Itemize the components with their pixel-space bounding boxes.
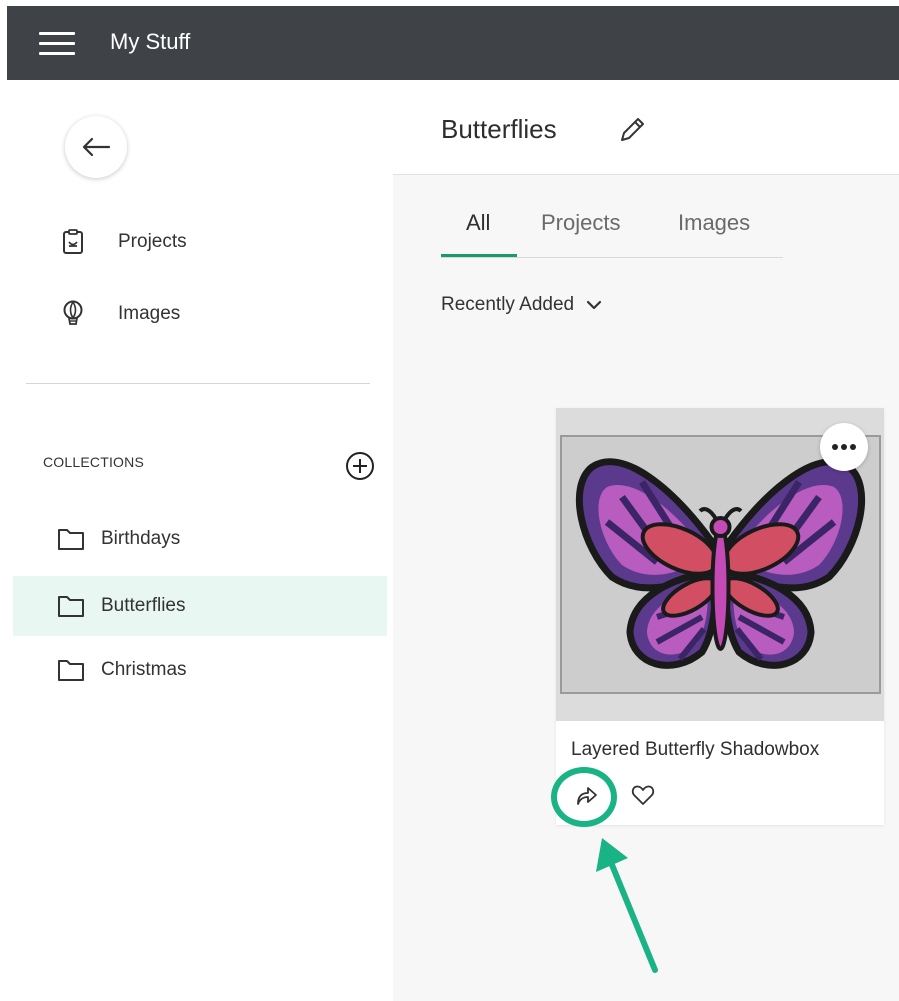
collection-label: Butterflies: [101, 595, 186, 616]
top-bar: My Stuff: [7, 6, 899, 80]
pencil-icon[interactable]: [616, 114, 648, 146]
more-options-button[interactable]: [820, 423, 868, 471]
sidebar: Projects Images COLLECTIONS Birthdays Bu…: [7, 80, 393, 1001]
collection-header: Butterflies: [393, 80, 899, 175]
collection-item-butterflies[interactable]: Butterflies: [13, 576, 387, 636]
heart-icon: [631, 785, 655, 805]
annotation-arrow-icon: [596, 838, 658, 973]
collection-item-christmas[interactable]: Christmas: [13, 640, 387, 700]
add-collection-button[interactable]: [344, 450, 376, 482]
app-title: My Stuff: [110, 29, 191, 54]
card-thumbnail[interactable]: [556, 408, 884, 721]
sort-dropdown[interactable]: Recently Added: [441, 294, 602, 316]
tab-images[interactable]: Images: [678, 210, 750, 236]
collection-title: Butterflies: [441, 114, 557, 144]
images-icon: [59, 300, 87, 328]
folder-icon: [58, 596, 84, 617]
collection-item-birthdays[interactable]: Birthdays: [13, 509, 387, 569]
content-tabs: All Projects Images: [441, 205, 783, 258]
collection-label: Birthdays: [101, 528, 181, 549]
tab-projects[interactable]: Projects: [541, 210, 620, 236]
favorite-button[interactable]: [628, 780, 658, 810]
sidebar-item-label: Images: [118, 303, 181, 324]
sort-label: Recently Added: [441, 294, 575, 315]
project-card[interactable]: Layered Butterfly Shadowbox: [556, 408, 884, 825]
card-title: Layered Butterfly Shadowbox: [571, 739, 820, 760]
ellipsis-icon: [832, 444, 856, 450]
collection-label: Christmas: [101, 659, 187, 680]
sidebar-divider: [26, 383, 370, 384]
hamburger-menu-icon[interactable]: [39, 32, 75, 56]
folder-icon: [58, 660, 84, 681]
chevron-down-icon: [586, 300, 602, 310]
active-tab-indicator: [441, 254, 517, 257]
tab-all[interactable]: All: [466, 210, 490, 236]
projects-icon: [59, 228, 87, 256]
collections-header: COLLECTIONS: [43, 454, 144, 470]
back-button[interactable]: [65, 116, 127, 178]
arrow-left-icon: [82, 137, 111, 157]
share-button[interactable]: [564, 773, 608, 817]
sidebar-item-projects[interactable]: Projects: [59, 225, 187, 259]
share-icon: [577, 787, 597, 805]
plus-circle-icon: [346, 452, 374, 480]
folder-icon: [58, 529, 84, 550]
butterfly-image: [560, 435, 881, 694]
sidebar-item-label: Projects: [118, 231, 187, 252]
sidebar-item-images[interactable]: Images: [59, 297, 180, 331]
